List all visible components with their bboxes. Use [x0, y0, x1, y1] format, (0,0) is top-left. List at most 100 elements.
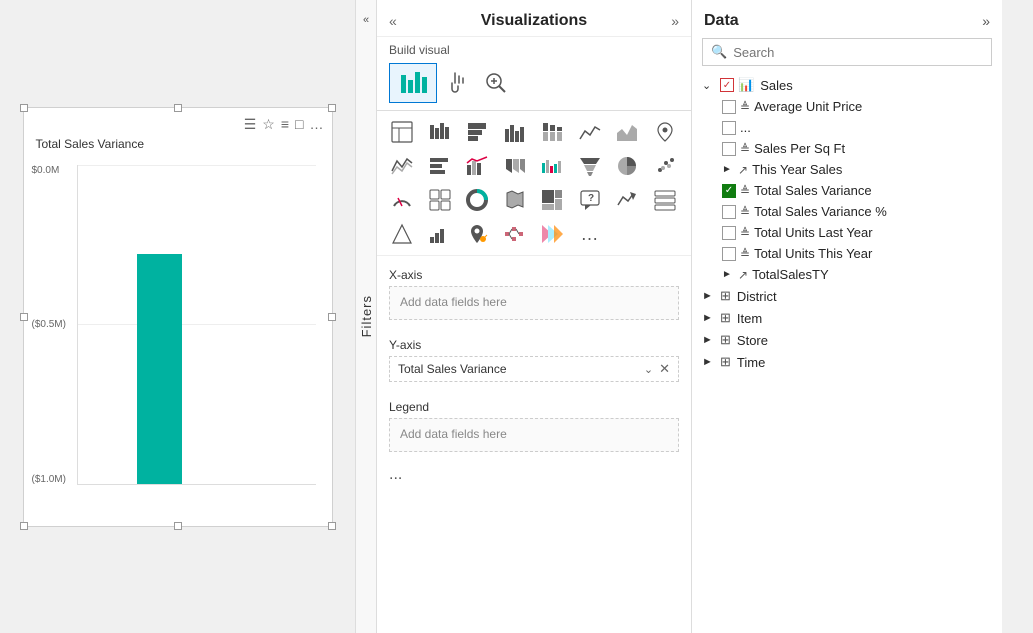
viz-icon-bar-selected[interactable]: [389, 63, 437, 103]
viz-icon-clustered-bar[interactable]: [423, 117, 457, 147]
data-tree: ⌄ 📊 Sales ≜ Average Unit Price ... ≜ Sal…: [692, 74, 1002, 633]
search-box: 🔍: [702, 38, 992, 66]
xaxis-dropzone[interactable]: Add data fields here: [389, 286, 679, 320]
this-year-sales-expand[interactable]: ►: [722, 164, 734, 175]
viz-icon-chevrons[interactable]: [535, 219, 569, 249]
filters-tab[interactable]: Filters «: [355, 0, 377, 633]
resize-handle-tl[interactable]: [20, 104, 28, 112]
data-panel-expand[interactable]: »: [982, 13, 990, 29]
tree-item-this-year-sales[interactable]: ► ↗ This Year Sales: [716, 159, 998, 180]
viz-icon-kpi[interactable]: [610, 185, 644, 215]
viz-icon-matrix[interactable]: [423, 185, 457, 215]
viz-icon-hand[interactable]: [441, 66, 475, 100]
item-group[interactable]: ► ⊞ Item: [696, 307, 998, 329]
viz-icon-ribbon[interactable]: [498, 151, 532, 181]
viz-icon-bar2[interactable]: [423, 151, 457, 181]
resize-handle-mr[interactable]: [328, 313, 336, 321]
more-icon[interactable]: …: [310, 116, 324, 133]
viz-icon-scatter[interactable]: [648, 151, 682, 181]
tree-item-total-sales-variance[interactable]: ≜ Total Sales Variance: [716, 180, 998, 201]
viz-expand-right[interactable]: »: [671, 13, 679, 29]
sales-per-sq-ft-label: Sales Per Sq Ft: [754, 141, 845, 156]
chart-area: ☰ ☆ ≡ □ … Total Sales Variance $0.0M ($0…: [0, 0, 355, 633]
viz-icon-stacked-bar[interactable]: [460, 117, 494, 147]
sales-group-header[interactable]: ⌄ 📊 Sales: [696, 74, 998, 96]
visualizations-panel: « Visualizations » Build visual: [377, 0, 692, 633]
viz-icon-analyze[interactable]: [479, 66, 513, 100]
viz-icon-decomp-tree[interactable]: [498, 219, 532, 249]
tree-item-total-sales-ty[interactable]: ► ↗ TotalSalesTY: [716, 264, 998, 285]
viz-icon-filled-map[interactable]: [498, 185, 532, 215]
time-group[interactable]: ► ⊞ Time: [696, 351, 998, 373]
viz-icon-stacked-col[interactable]: [535, 117, 569, 147]
viz-icon-treemap[interactable]: [535, 185, 569, 215]
menu-icon[interactable]: ☰: [244, 116, 257, 133]
legend-dropzone[interactable]: Add data fields here: [389, 418, 679, 452]
avg-unit-price-label: Average Unit Price: [754, 99, 862, 114]
viz-icon-column-chart[interactable]: [498, 117, 532, 147]
tree-item-dots[interactable]: ...: [716, 117, 998, 138]
viz-icon-small-bar[interactable]: [423, 219, 457, 249]
district-expand[interactable]: ►: [702, 290, 716, 302]
tree-item-avg-unit-price[interactable]: ≜ Average Unit Price: [716, 96, 998, 117]
resize-handle-br[interactable]: [328, 522, 336, 530]
viz-icon-slicer[interactable]: [385, 219, 419, 249]
tree-item-total-units-last-year[interactable]: ≜ Total Units Last Year: [716, 222, 998, 243]
resize-handle-bc[interactable]: [174, 522, 182, 530]
resize-handle-ml[interactable]: [20, 313, 28, 321]
viz-icon-more[interactable]: …: [573, 219, 607, 249]
viz-icon-gauge[interactable]: [385, 185, 419, 215]
viz-icon-line-chart[interactable]: [573, 117, 607, 147]
store-group[interactable]: ► ⊞ Store: [696, 329, 998, 351]
more-options[interactable]: ...: [377, 462, 691, 488]
resize-handle-tc[interactable]: [174, 104, 182, 112]
viz-icon-area-chart[interactable]: [610, 117, 644, 147]
viz-collapse-left[interactable]: «: [389, 13, 397, 29]
tree-item-sales-per-sq-ft[interactable]: ≜ Sales Per Sq Ft: [716, 138, 998, 159]
yaxis-chevron[interactable]: ⌄: [644, 363, 653, 376]
viz-icon-table[interactable]: [385, 117, 419, 147]
viz-icon-combo[interactable]: [460, 151, 494, 181]
total-sales-ty-expand[interactable]: ►: [722, 269, 734, 280]
legend-label: Legend: [389, 400, 679, 414]
tree-item-total-units-this-year[interactable]: ≜ Total Units This Year: [716, 243, 998, 264]
filters-collapse-icon[interactable]: «: [363, 14, 369, 26]
district-group[interactable]: ► ⊞ District: [696, 285, 998, 307]
viz-divider: [377, 107, 691, 111]
viz-icon-funnel[interactable]: [573, 151, 607, 181]
item-expand[interactable]: ►: [702, 312, 716, 324]
viz-icon-donut[interactable]: [460, 185, 494, 215]
tree-item-total-sales-variance-pct[interactable]: ≜ Total Sales Variance %: [716, 201, 998, 222]
total-units-last-year-checkbox[interactable]: [722, 226, 736, 240]
viz-icon-map[interactable]: [648, 117, 682, 147]
resize-handle-tr[interactable]: [328, 104, 336, 112]
viz-icon-multirow-card[interactable]: [648, 185, 682, 215]
dots-checkbox[interactable]: [722, 121, 736, 135]
yaxis-close[interactable]: ✕: [659, 361, 670, 377]
sales-label: Sales: [760, 78, 793, 93]
data-panel-header: Data »: [692, 0, 1002, 38]
pin-icon[interactable]: ☆: [262, 116, 275, 133]
total-sales-variance-pct-checkbox[interactable]: [722, 205, 736, 219]
avg-unit-price-checkbox[interactable]: [722, 100, 736, 114]
resize-handle-bl[interactable]: [20, 522, 28, 530]
total-units-this-year-checkbox[interactable]: [722, 247, 736, 261]
store-expand[interactable]: ►: [702, 334, 716, 346]
viz-icon-line2[interactable]: [385, 151, 419, 181]
viz-grid-row4: …: [377, 217, 691, 251]
avg-unit-price-icon: ≜: [740, 100, 750, 114]
sales-expand-icon[interactable]: ⌄: [702, 79, 716, 92]
sales-checkbox[interactable]: [720, 78, 734, 92]
data-panel-title: Data: [704, 12, 739, 30]
sales-per-sq-ft-checkbox[interactable]: [722, 142, 736, 156]
viz-icon-qna[interactable]: ?: [573, 185, 607, 215]
total-sales-variance-checkbox[interactable]: [722, 184, 736, 198]
filter-icon[interactable]: ≡: [281, 116, 289, 133]
viz-icon-pie[interactable]: [610, 151, 644, 181]
viz-icon-location-map[interactable]: [460, 219, 494, 249]
expand-icon[interactable]: □: [295, 116, 303, 133]
time-expand[interactable]: ►: [702, 356, 716, 368]
sales-db-icon: 📊: [738, 77, 754, 93]
search-input[interactable]: [733, 45, 983, 60]
viz-icon-waterfall[interactable]: [535, 151, 569, 181]
